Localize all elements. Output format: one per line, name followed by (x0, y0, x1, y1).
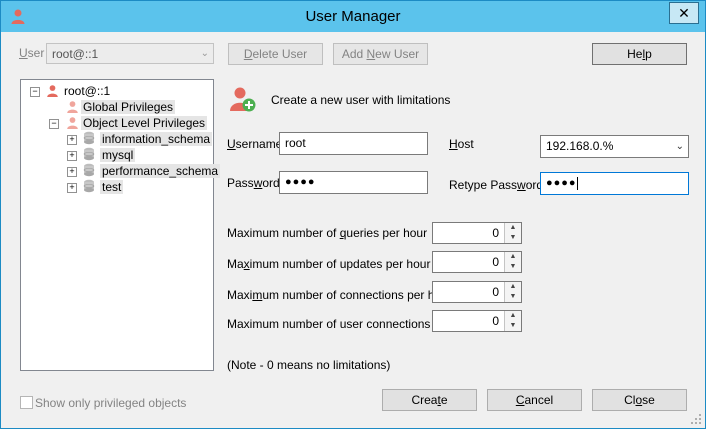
retype-password-input[interactable]: ●●●● (540, 172, 689, 195)
create-button[interactable]: Create (382, 389, 477, 411)
limit-label-user-connections: Maximum number of user connections (227, 317, 431, 331)
limits-note: (Note - 0 means no limitations) (227, 358, 391, 372)
username-label: Username (227, 137, 283, 151)
chevron-down-icon: ⌄ (200, 48, 209, 59)
chevron-down-icon[interactable]: ▼ (504, 321, 521, 331)
stepper-value: 0 (492, 314, 499, 328)
tree-item-global-privileges[interactable]: Global Privileges (81, 100, 176, 114)
tree-item-database[interactable]: performance_schema (100, 164, 221, 178)
host-select-value: 192.168.0.% (546, 139, 614, 153)
database-icon (83, 179, 95, 193)
expand-icon[interactable]: + (67, 151, 77, 161)
tree-item-database[interactable]: mysql (100, 148, 136, 162)
connections-per-hour-stepper[interactable]: 0 ▲ ▼ (432, 281, 522, 303)
limit-label-connections: Maximum number of connections per hour (227, 288, 452, 302)
host-select[interactable]: 192.168.0.% ⌄ (540, 135, 689, 158)
privilege-tree[interactable]: − root@::1 Global Privileges − Object Le… (20, 79, 221, 371)
collapse-icon[interactable]: − (30, 87, 40, 97)
tree-item-database[interactable]: test (100, 180, 124, 194)
cancel-button[interactable]: Cancel (487, 389, 582, 411)
header-description: Create a new user with limitations (271, 93, 451, 107)
chevron-down-icon[interactable]: ▼ (504, 262, 521, 272)
updates-per-hour-stepper[interactable]: 0 ▲ ▼ (432, 251, 522, 273)
tree-item-label: mysql (100, 148, 136, 162)
database-icon (83, 163, 95, 177)
close-icon: ✕ (678, 5, 690, 21)
retype-password-value: ●●●● (546, 177, 577, 189)
user-select[interactable]: root@::1 ⌄ (46, 43, 214, 64)
chevron-down-icon[interactable]: ▼ (504, 233, 521, 243)
stepper-value: 0 (492, 255, 499, 269)
tree-item-object-level-privileges[interactable]: Object Level Privileges (81, 116, 208, 130)
retype-password-label: Retype Password (449, 178, 544, 192)
show-privileged-label: Show only privileged objects (35, 396, 187, 410)
add-new-user-button[interactable]: Add New User (333, 43, 428, 65)
stepper-value: 0 (492, 226, 499, 240)
host-label: Host (449, 137, 474, 151)
tree-item-label: performance_schema (100, 164, 221, 178)
chevron-down-icon[interactable]: ▼ (504, 292, 521, 302)
stepper-value: 0 (492, 285, 499, 299)
username-input[interactable]: root (279, 132, 428, 155)
tree-item-label: Object Level Privileges (81, 116, 208, 130)
tree-item-user[interactable]: root@::1 (62, 84, 112, 98)
user-connections-stepper[interactable]: 0 ▲ ▼ (432, 310, 522, 332)
delete-user-button[interactable]: Delete User (228, 43, 323, 65)
add-user-icon (230, 87, 256, 112)
chevron-down-icon: ⌄ (675, 141, 684, 152)
database-icon (83, 131, 95, 145)
tree-item-label: root@::1 (64, 84, 111, 98)
user-icon (67, 101, 78, 113)
tree-item-label: test (100, 180, 124, 194)
tree-item-database[interactable]: information_schema (100, 132, 213, 146)
expand-icon[interactable]: + (67, 183, 77, 193)
close-button[interactable]: Close (592, 389, 687, 411)
expand-icon[interactable]: + (67, 167, 77, 177)
expand-icon[interactable]: + (67, 135, 77, 145)
password-input[interactable]: ●●●● (279, 171, 428, 194)
show-privileged-checkbox[interactable] (20, 396, 33, 409)
tree-item-label: information_schema (100, 132, 213, 146)
user-icon (47, 85, 58, 97)
close-window-button[interactable]: ✕ (669, 2, 699, 24)
title-bar[interactable]: User Manager ✕ (1, 1, 705, 32)
limit-label-queries: Maximum number of queries per hour (227, 226, 428, 240)
user-icon (67, 117, 78, 129)
window-title: User Manager (305, 8, 401, 25)
user-manager-window: User Manager ✕ User root@::1 ⌄ Delete Us… (0, 0, 706, 429)
limit-label-updates: Maximum number of updates per hour (227, 257, 431, 271)
queries-per-hour-stepper[interactable]: 0 ▲ ▼ (432, 222, 522, 244)
tree-item-label: Global Privileges (81, 100, 176, 114)
password-label: Password (227, 176, 280, 190)
resize-grip-icon[interactable] (690, 413, 702, 425)
text-cursor (576, 176, 578, 190)
help-button[interactable]: Help (592, 43, 687, 65)
collapse-icon[interactable]: − (49, 119, 59, 129)
database-icon (83, 147, 95, 161)
user-label: User (19, 46, 45, 60)
user-select-value: root@::1 (52, 47, 99, 61)
